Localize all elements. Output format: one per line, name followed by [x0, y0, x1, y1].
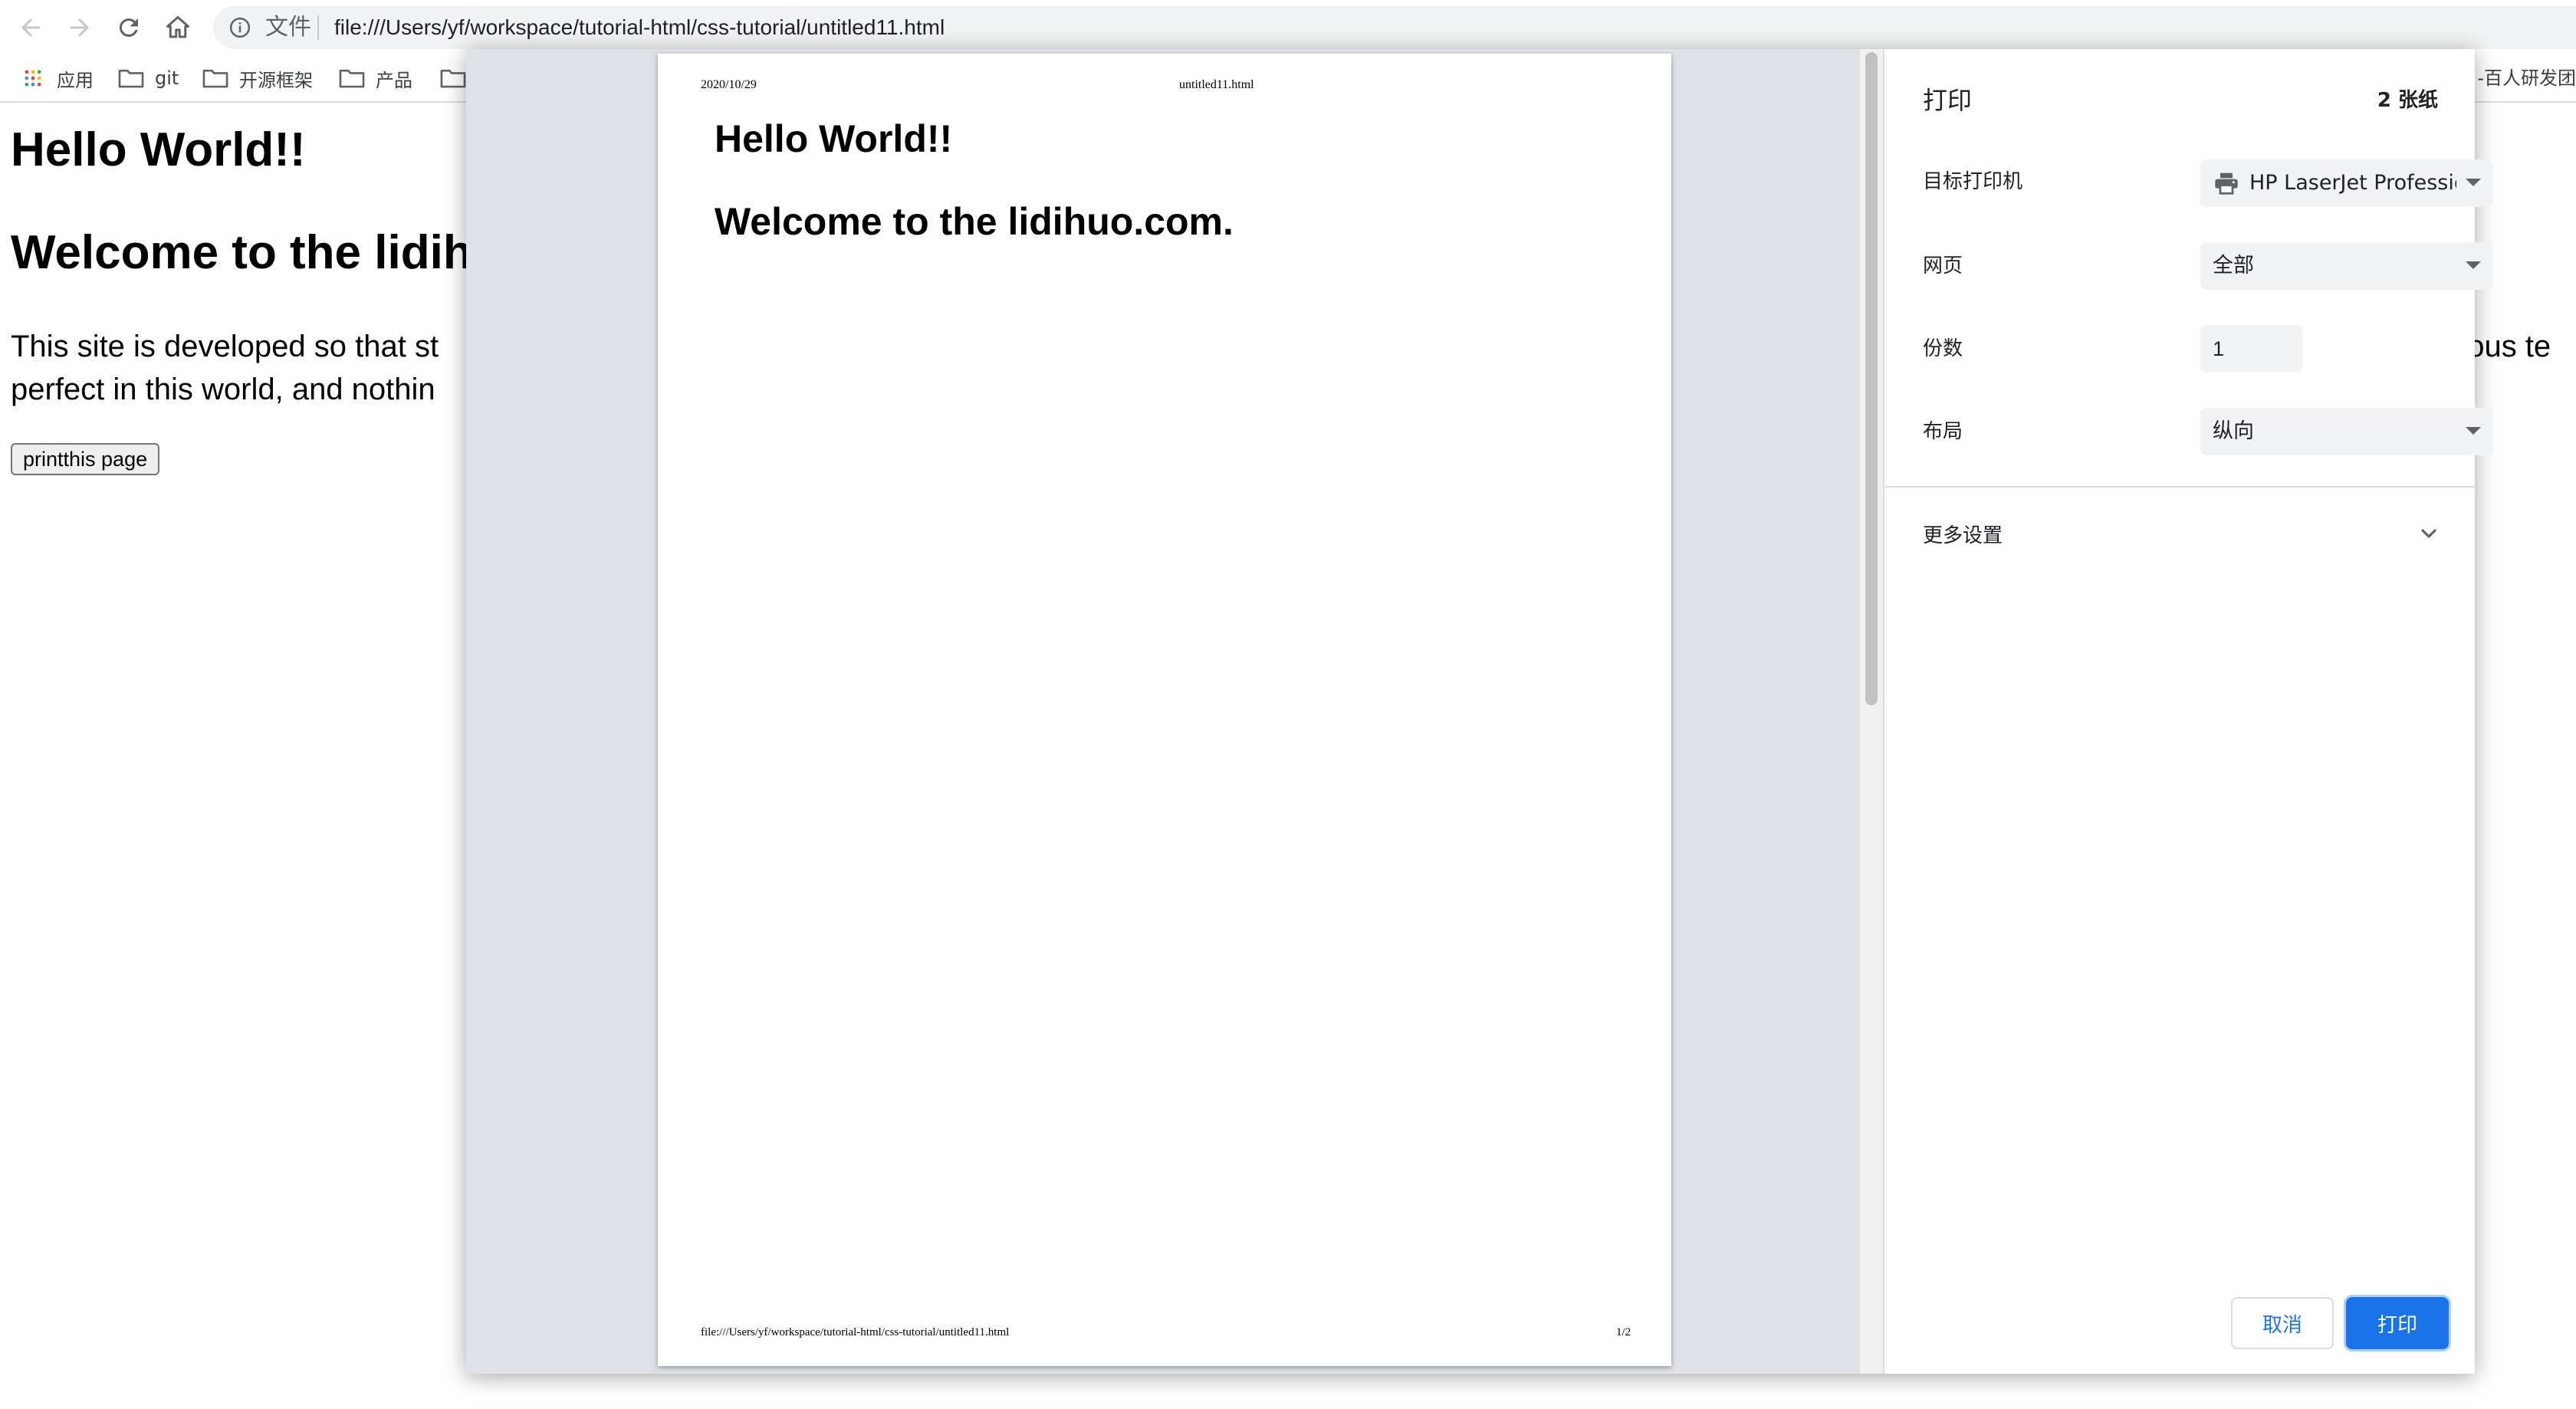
destination-label: 目标打印机 — [1923, 170, 2023, 193]
folder-icon — [202, 69, 228, 88]
printer-icon — [2215, 172, 2238, 195]
scheme-chip[interactable]: 文件 — [265, 6, 311, 49]
folder-icon — [118, 69, 144, 88]
more-settings-label: 更多设置 — [1923, 524, 2003, 547]
destination-select[interactable]: HP LaserJet Professio — [2200, 159, 2493, 207]
chevron-down-icon — [2421, 529, 2436, 538]
back-arrow-icon — [21, 18, 40, 37]
back-button[interactable] — [9, 9, 52, 46]
panel-divider — [1884, 486, 2475, 488]
print-panel-title: 打印 — [1923, 86, 1973, 115]
forward-arrow-icon — [71, 18, 89, 37]
layout-value: 纵向 — [2213, 419, 2254, 443]
dropdown-caret-icon — [2466, 261, 2481, 269]
bookmark-label: git — [155, 67, 179, 89]
print-preview-area: 2020/10/29 untitled11.html Hello World!!… — [466, 49, 1860, 1374]
info-icon[interactable] — [228, 16, 251, 39]
bookmark-label: 开源框架 — [239, 69, 313, 91]
forward-button[interactable] — [58, 9, 101, 46]
folder-icon — [440, 69, 466, 88]
dropdown-caret-icon — [2466, 179, 2481, 186]
sheet-count: 2 张纸 — [2377, 89, 2438, 112]
print-dialog: 2020/10/29 untitled11.html Hello World!!… — [466, 49, 2493, 1374]
url-text[interactable]: file:///Users/yf/workspace/tutorial-html… — [334, 6, 945, 49]
bookmark-apps[interactable]: 应用 — [20, 55, 94, 101]
reload-button[interactable] — [107, 9, 150, 46]
print-settings-panel: 打印 2 张纸 目标打印机 HP LaserJet Professio 网页 全… — [1883, 49, 2493, 1374]
preview-header-title: untitled11.html — [1179, 78, 1254, 91]
page-paragraph: This site is developed so that st perfec… — [11, 325, 439, 411]
dropdown-caret-icon — [2466, 427, 2481, 435]
preview-page-number: 1/2 — [1616, 1326, 1631, 1338]
bookmark-label: 应用 — [57, 69, 94, 91]
chip-divider — [317, 15, 319, 40]
folder-icon — [339, 69, 365, 88]
preview-scrollbar[interactable] — [1860, 49, 1883, 1374]
preview-page: 2020/10/29 untitled11.html Hello World!!… — [658, 54, 1671, 1366]
pages-select[interactable]: 全部 — [2200, 242, 2493, 290]
bookmark-folder-product[interactable]: 产品 — [339, 55, 412, 101]
cancel-button[interactable]: 取消 — [2231, 1297, 2334, 1349]
layout-label: 布局 — [1923, 420, 1963, 443]
pages-label: 网页 — [1923, 255, 1963, 278]
preview-header-date: 2020/10/29 — [701, 78, 757, 91]
destination-value: HP LaserJet Professio — [2249, 171, 2456, 195]
preview-heading-2: Welcome to the lidihuo.com. — [715, 200, 1234, 243]
print-button[interactable]: 打印 — [2346, 1297, 2449, 1349]
preview-scrollbar-thumb[interactable] — [1865, 52, 1878, 705]
bookmark-truncated-right[interactable]: -百人研发团 — [2477, 55, 2576, 101]
bookmark-folder-open-source[interactable]: 开源框架 — [202, 55, 313, 101]
page-heading-2: Welcome to the lidih — [11, 226, 472, 279]
layout-select[interactable]: 纵向 — [2200, 408, 2493, 455]
preview-footer-url: file:///Users/yf/workspace/tutorial-html… — [701, 1326, 1010, 1338]
address-bar[interactable]: 文件 file:///Users/yf/workspace/tutorial-h… — [213, 6, 2576, 49]
copies-label: 份数 — [1923, 337, 1963, 360]
home-button[interactable] — [156, 9, 199, 46]
page-paragraph-line-2: perfect in this world, and nothin — [11, 373, 435, 406]
more-settings-toggle[interactable]: 更多设置 — [1923, 509, 2441, 560]
copies-input[interactable] — [2200, 325, 2303, 373]
pages-value: 全部 — [2213, 254, 2254, 278]
page-paragraph-line-1: This site is developed so that st — [11, 330, 439, 363]
home-icon — [166, 16, 189, 38]
reload-icon — [119, 18, 138, 38]
apps-grid-icon — [25, 70, 41, 87]
page-heading-1: Hello World!! — [11, 123, 306, 176]
preview-heading-1: Hello World!! — [715, 117, 953, 160]
bookmark-label: 产品 — [376, 69, 412, 91]
bookmark-folder-git[interactable]: git — [118, 55, 179, 101]
browser-toolbar: 文件 file:///Users/yf/workspace/tutorial-h… — [0, 0, 2576, 55]
print-this-page-button[interactable]: printthis page — [11, 443, 160, 475]
